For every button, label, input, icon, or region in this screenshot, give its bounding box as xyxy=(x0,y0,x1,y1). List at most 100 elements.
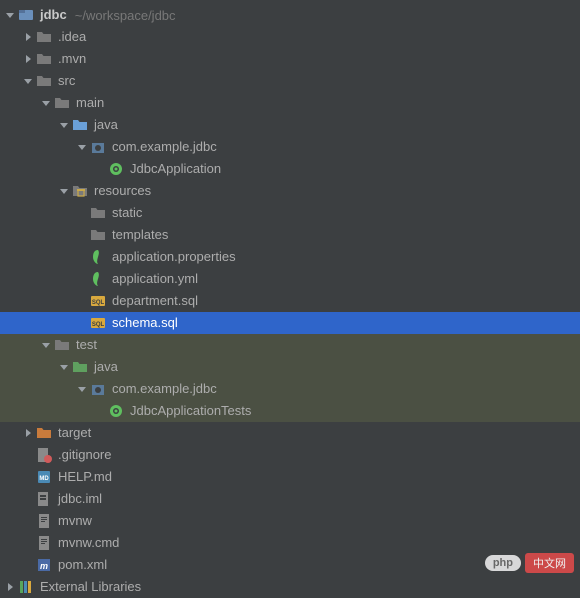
arrow-spacer xyxy=(76,295,88,307)
folder-icon xyxy=(36,51,52,67)
tree-label: JdbcApplication xyxy=(130,158,221,180)
tree-row-iml[interactable]: jdbc.iml xyxy=(0,488,580,510)
tree-label: static xyxy=(112,202,142,224)
tree-label: com.example.jdbc xyxy=(112,378,217,400)
chevron-down-icon[interactable] xyxy=(4,9,16,21)
arrow-spacer xyxy=(22,471,34,483)
svg-text:m: m xyxy=(40,561,48,571)
arrow-spacer xyxy=(94,405,106,417)
tree-label: jdbc.iml xyxy=(58,488,102,510)
chevron-down-icon[interactable] xyxy=(22,75,34,87)
tree-row-app-props[interactable]: application.properties xyxy=(0,246,580,268)
module-icon xyxy=(18,7,34,23)
project-tree[interactable]: jdbc~/workspace/jdbc.idea.mvnsrcmainjava… xyxy=(0,0,580,598)
md-icon: MD xyxy=(36,469,52,485)
iml-icon xyxy=(36,491,52,507)
arrow-spacer xyxy=(94,163,106,175)
folder-icon xyxy=(90,205,106,221)
maven-icon: m xyxy=(36,557,52,573)
test-folder-icon xyxy=(72,359,88,375)
tree-label: java xyxy=(94,114,118,136)
watermark: php 中文网 xyxy=(485,553,574,573)
tree-label: resources xyxy=(94,180,151,202)
arrow-spacer xyxy=(22,537,34,549)
tree-label: mvnw.cmd xyxy=(58,532,119,554)
folder-icon xyxy=(36,29,52,45)
tree-row-target[interactable]: target xyxy=(0,422,580,444)
chevron-right-icon[interactable] xyxy=(22,427,34,439)
package-icon xyxy=(90,139,106,155)
tree-label: .mvn xyxy=(58,48,86,70)
tree-row-gitignore[interactable]: .gitignore xyxy=(0,444,580,466)
resources-folder-icon xyxy=(72,183,88,199)
chevron-down-icon[interactable] xyxy=(40,97,52,109)
folder-icon xyxy=(90,227,106,243)
arrow-spacer xyxy=(22,515,34,527)
chevron-down-icon[interactable] xyxy=(58,185,70,197)
tree-row-test-java[interactable]: java xyxy=(0,356,580,378)
tree-row-test[interactable]: test xyxy=(0,334,580,356)
tree-row-app[interactable]: JdbcApplication xyxy=(0,158,580,180)
arrow-spacer xyxy=(76,207,88,219)
chevron-down-icon[interactable] xyxy=(40,339,52,351)
tree-row-mvnw[interactable]: mvnw xyxy=(0,510,580,532)
chevron-right-icon[interactable] xyxy=(22,53,34,65)
tree-label: target xyxy=(58,422,91,444)
tree-row-root[interactable]: jdbc ~/workspace/jdbc xyxy=(0,4,580,26)
tree-label: templates xyxy=(112,224,168,246)
tree-row-idea[interactable]: .idea xyxy=(0,26,580,48)
tree-row-tests[interactable]: JdbcApplicationTests xyxy=(0,400,580,422)
tree-label: src xyxy=(58,70,75,92)
tree-label: mvnw xyxy=(58,510,92,532)
tree-row-static[interactable]: static xyxy=(0,202,580,224)
tree-row-pkg-test[interactable]: com.example.jdbc xyxy=(0,378,580,400)
tree-label: application.yml xyxy=(112,268,198,290)
tree-label: main xyxy=(76,92,104,114)
spring-config-icon xyxy=(90,271,106,287)
spring-class-icon xyxy=(108,403,124,419)
tree-row-schema-sql[interactable]: SQL schema.sql xyxy=(0,312,580,334)
tree-row-main-java[interactable]: java xyxy=(0,114,580,136)
tree-row-resources[interactable]: resources xyxy=(0,180,580,202)
tree-row-app-yml[interactable]: application.yml xyxy=(0,268,580,290)
tree-row-pkg-main[interactable]: com.example.jdbc xyxy=(0,136,580,158)
tree-row-ext-lib[interactable]: External Libraries xyxy=(0,576,580,598)
arrow-spacer xyxy=(76,317,88,329)
chevron-right-icon[interactable] xyxy=(4,581,16,593)
tree-row-help[interactable]: MDHELP.md xyxy=(0,466,580,488)
path-suffix: ~/workspace/jdbc xyxy=(75,8,176,23)
tree-row-templates[interactable]: templates xyxy=(0,224,580,246)
svg-text:MD: MD xyxy=(39,476,49,482)
tree-label: schema.sql xyxy=(112,312,178,334)
chevron-down-icon[interactable] xyxy=(76,383,88,395)
chevron-right-icon[interactable] xyxy=(22,31,34,43)
tree-row-dept-sql[interactable]: SQLdepartment.sql xyxy=(0,290,580,312)
tree-row-mvn[interactable]: .mvn xyxy=(0,48,580,70)
tree-row-mvnw-cmd[interactable]: mvnw.cmd xyxy=(0,532,580,554)
arrow-spacer xyxy=(22,493,34,505)
tree-row-src[interactable]: src xyxy=(0,70,580,92)
package-icon xyxy=(90,381,106,397)
chevron-down-icon[interactable] xyxy=(58,361,70,373)
tree-label: JdbcApplicationTests xyxy=(130,400,251,422)
tree-label: pom.xml xyxy=(58,554,107,576)
gitignore-icon xyxy=(36,447,52,463)
watermark-text: 中文网 xyxy=(525,553,574,573)
svg-text:SQL: SQL xyxy=(92,300,105,306)
excluded-folder-icon xyxy=(36,425,52,441)
tree-label: test xyxy=(76,334,97,356)
chevron-down-icon[interactable] xyxy=(76,141,88,153)
chevron-down-icon[interactable] xyxy=(58,119,70,131)
file-icon xyxy=(36,513,52,529)
tree-label: com.example.jdbc xyxy=(112,136,217,158)
tree-row-main[interactable]: main xyxy=(0,92,580,114)
libraries-icon xyxy=(18,579,34,595)
file-icon xyxy=(36,535,52,551)
tree-label: .gitignore xyxy=(58,444,111,466)
watermark-brand: php xyxy=(485,555,521,571)
tree-label: java xyxy=(94,356,118,378)
arrow-spacer xyxy=(22,559,34,571)
tree-label: jdbc xyxy=(40,4,67,26)
sql-icon: SQL xyxy=(90,315,106,331)
tree-label: application.properties xyxy=(112,246,236,268)
